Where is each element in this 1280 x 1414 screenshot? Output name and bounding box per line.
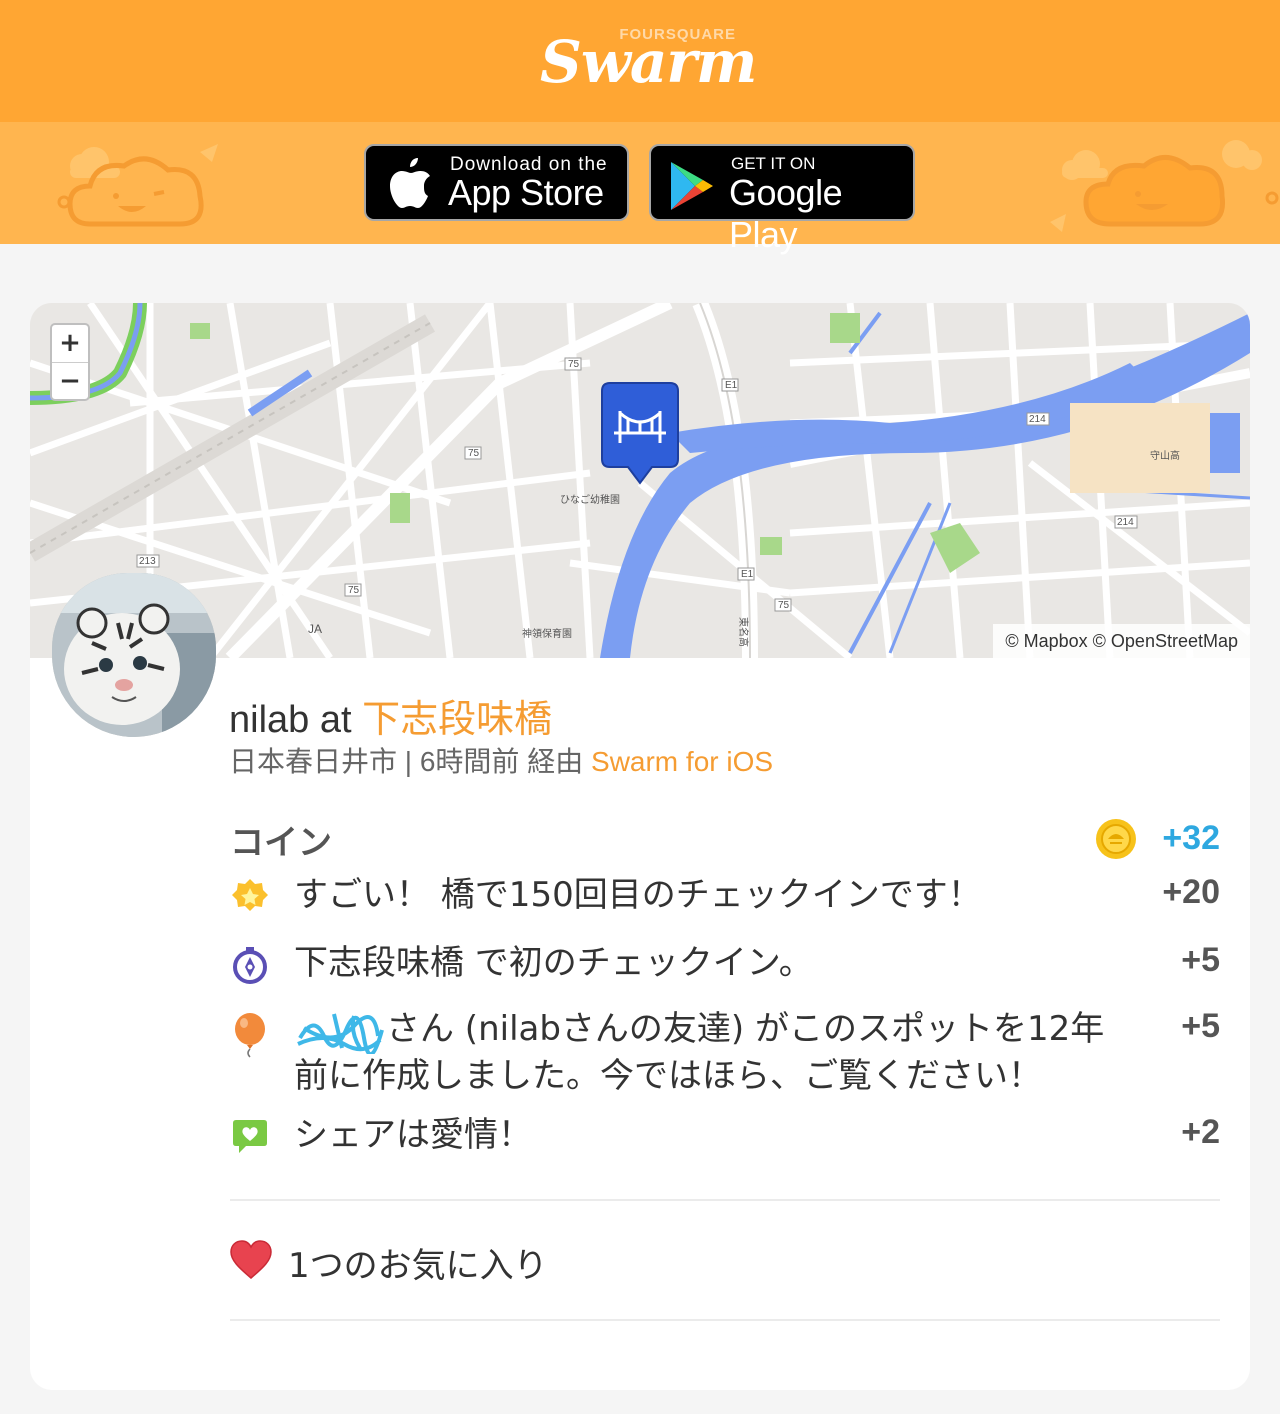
location-text: 日本春日井市 — [229, 746, 398, 777]
map-label: 213 — [139, 556, 156, 567]
coin-item: さん (nilabさんの友達) がこのスポットを12年前に作成しました。今ではほ… — [230, 1007, 1220, 1097]
map-attribution[interactable]: © Mapbox © OpenStreetMap — [993, 624, 1250, 658]
map-zoom-control: + − — [50, 323, 90, 401]
coin-item-value: +5 — [1181, 1007, 1220, 1045]
map-label: 75 — [468, 448, 480, 459]
map-label: 75 — [348, 585, 360, 596]
app-store-button[interactable]: Download on the App Store — [364, 144, 629, 221]
section-divider — [230, 1199, 1220, 1201]
zoom-in-button[interactable]: + — [52, 325, 88, 362]
map-label: 214 — [1117, 517, 1134, 528]
cloud-mascot-icon-right — [1050, 140, 1279, 232]
coin-item: 下志段味橋 で初のチェックイン。 +5 — [230, 941, 1220, 987]
brand-large-text: Swarm — [540, 28, 757, 96]
coin-item: シェアは愛情！ +2 — [230, 1113, 1220, 1159]
header-bar: FOURSQUARE Swarm — [0, 0, 1280, 122]
checkin-meta: 日本春日井市 | 6時間前 経由 Swarm for iOS — [229, 740, 773, 780]
map-label: 214 — [1029, 414, 1046, 425]
redacted-name-scribble — [297, 1013, 384, 1054]
coin-item-value: +20 — [1162, 873, 1220, 911]
coin-item-text: 下志段味橋 で初のチェックイン。 — [294, 943, 813, 983]
googleplay-small-label: GET IT ON — [731, 154, 816, 173]
coin-item-text-body: さん (nilabさんの友達) がこのスポットを12年前に作成しました。今ではほ… — [294, 1009, 1105, 1096]
coin-item: すごい！ 橋で150回目のチェックインです！ +20 — [230, 873, 1220, 919]
coin-item-value: +5 — [1181, 941, 1220, 979]
map-label: JA — [308, 622, 322, 636]
section-divider — [230, 1319, 1220, 1321]
avatar-image — [52, 573, 216, 737]
star-badge-icon — [232, 879, 268, 911]
coin-item-text: すごい！ 橋で150回目のチェックインです！ — [294, 875, 982, 915]
venue-pin-icon[interactable] — [601, 382, 679, 485]
swarm-logo[interactable]: FOURSQUARE Swarm — [540, 22, 757, 102]
chat-heart-icon — [233, 1120, 267, 1153]
checkin-headline: nilab at 下志段味橋 — [229, 688, 552, 743]
meta-separator: | — [404, 746, 413, 777]
user-name[interactable]: nilab — [229, 699, 309, 741]
map-tiles: 75 75 75 75 E1 E1 214 214 213 守山高 ひなご幼稚園… — [30, 303, 1250, 658]
coin-item-text: さん (nilabさんの友達) がこのスポットを12年前に作成しました。今ではほ… — [294, 1007, 1124, 1098]
map-label: 守山高 — [1150, 449, 1180, 462]
download-band: Download on the App Store GET IT ON Goog… — [0, 122, 1280, 255]
compass-icon — [233, 947, 267, 984]
coin-icon — [1096, 819, 1136, 859]
zoom-out-button[interactable]: − — [52, 363, 88, 400]
map-label: 75 — [568, 359, 580, 370]
googleplay-big-label: Google Play — [729, 172, 843, 255]
appstore-big-label: App Store — [448, 172, 604, 213]
coin-item-text: シェアは愛情！ — [294, 1115, 532, 1155]
coin-item-value: +2 — [1181, 1113, 1220, 1151]
map-label: 75 — [778, 600, 790, 611]
google-play-icon — [671, 162, 713, 210]
venue-map[interactable]: 75 75 75 75 E1 E1 214 214 213 守山高 ひなご幼稚園… — [30, 303, 1250, 658]
at-word: at — [319, 699, 352, 741]
time-text: 6時間前 — [419, 746, 520, 777]
avatar[interactable] — [52, 573, 216, 737]
map-label: ひなご幼稚園 — [560, 493, 620, 506]
google-play-button[interactable]: GET IT ON Google Play — [649, 144, 915, 255]
heart-icon — [230, 1240, 272, 1279]
map-label: 神領保育園 — [522, 627, 572, 640]
likes-text: 1つのお気に入り — [288, 1246, 548, 1286]
map-label: E1 — [741, 569, 754, 580]
coin-total: +32 — [1162, 819, 1220, 857]
map-label: 東名高 — [737, 617, 750, 647]
coins-title: コイン — [230, 823, 332, 863]
checkin-card: 75 75 75 75 E1 E1 214 214 213 守山高 ひなご幼稚園… — [30, 303, 1250, 1390]
cloud-mascot-icon — [57, 144, 218, 227]
via-text: 経由 — [527, 746, 584, 777]
map-label: E1 — [725, 380, 738, 391]
apple-icon — [390, 158, 430, 208]
app-link[interactable]: Swarm for iOS — [591, 746, 773, 777]
venue-link[interactable]: 下志段味橋 — [362, 699, 552, 741]
balloon-icon — [235, 1013, 265, 1058]
